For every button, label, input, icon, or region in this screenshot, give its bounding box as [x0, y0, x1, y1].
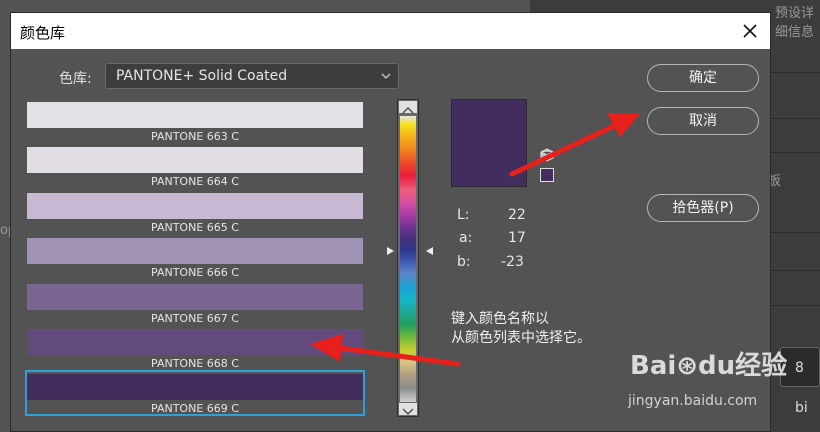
- baidu-watermark-logo: Bai⊛du经验: [630, 351, 788, 381]
- watermark-url: jingyan.baidu.com: [628, 393, 758, 409]
- arrow-to-swatch-icon: [310, 334, 461, 367]
- arrow-to-cancel-icon: [509, 113, 640, 177]
